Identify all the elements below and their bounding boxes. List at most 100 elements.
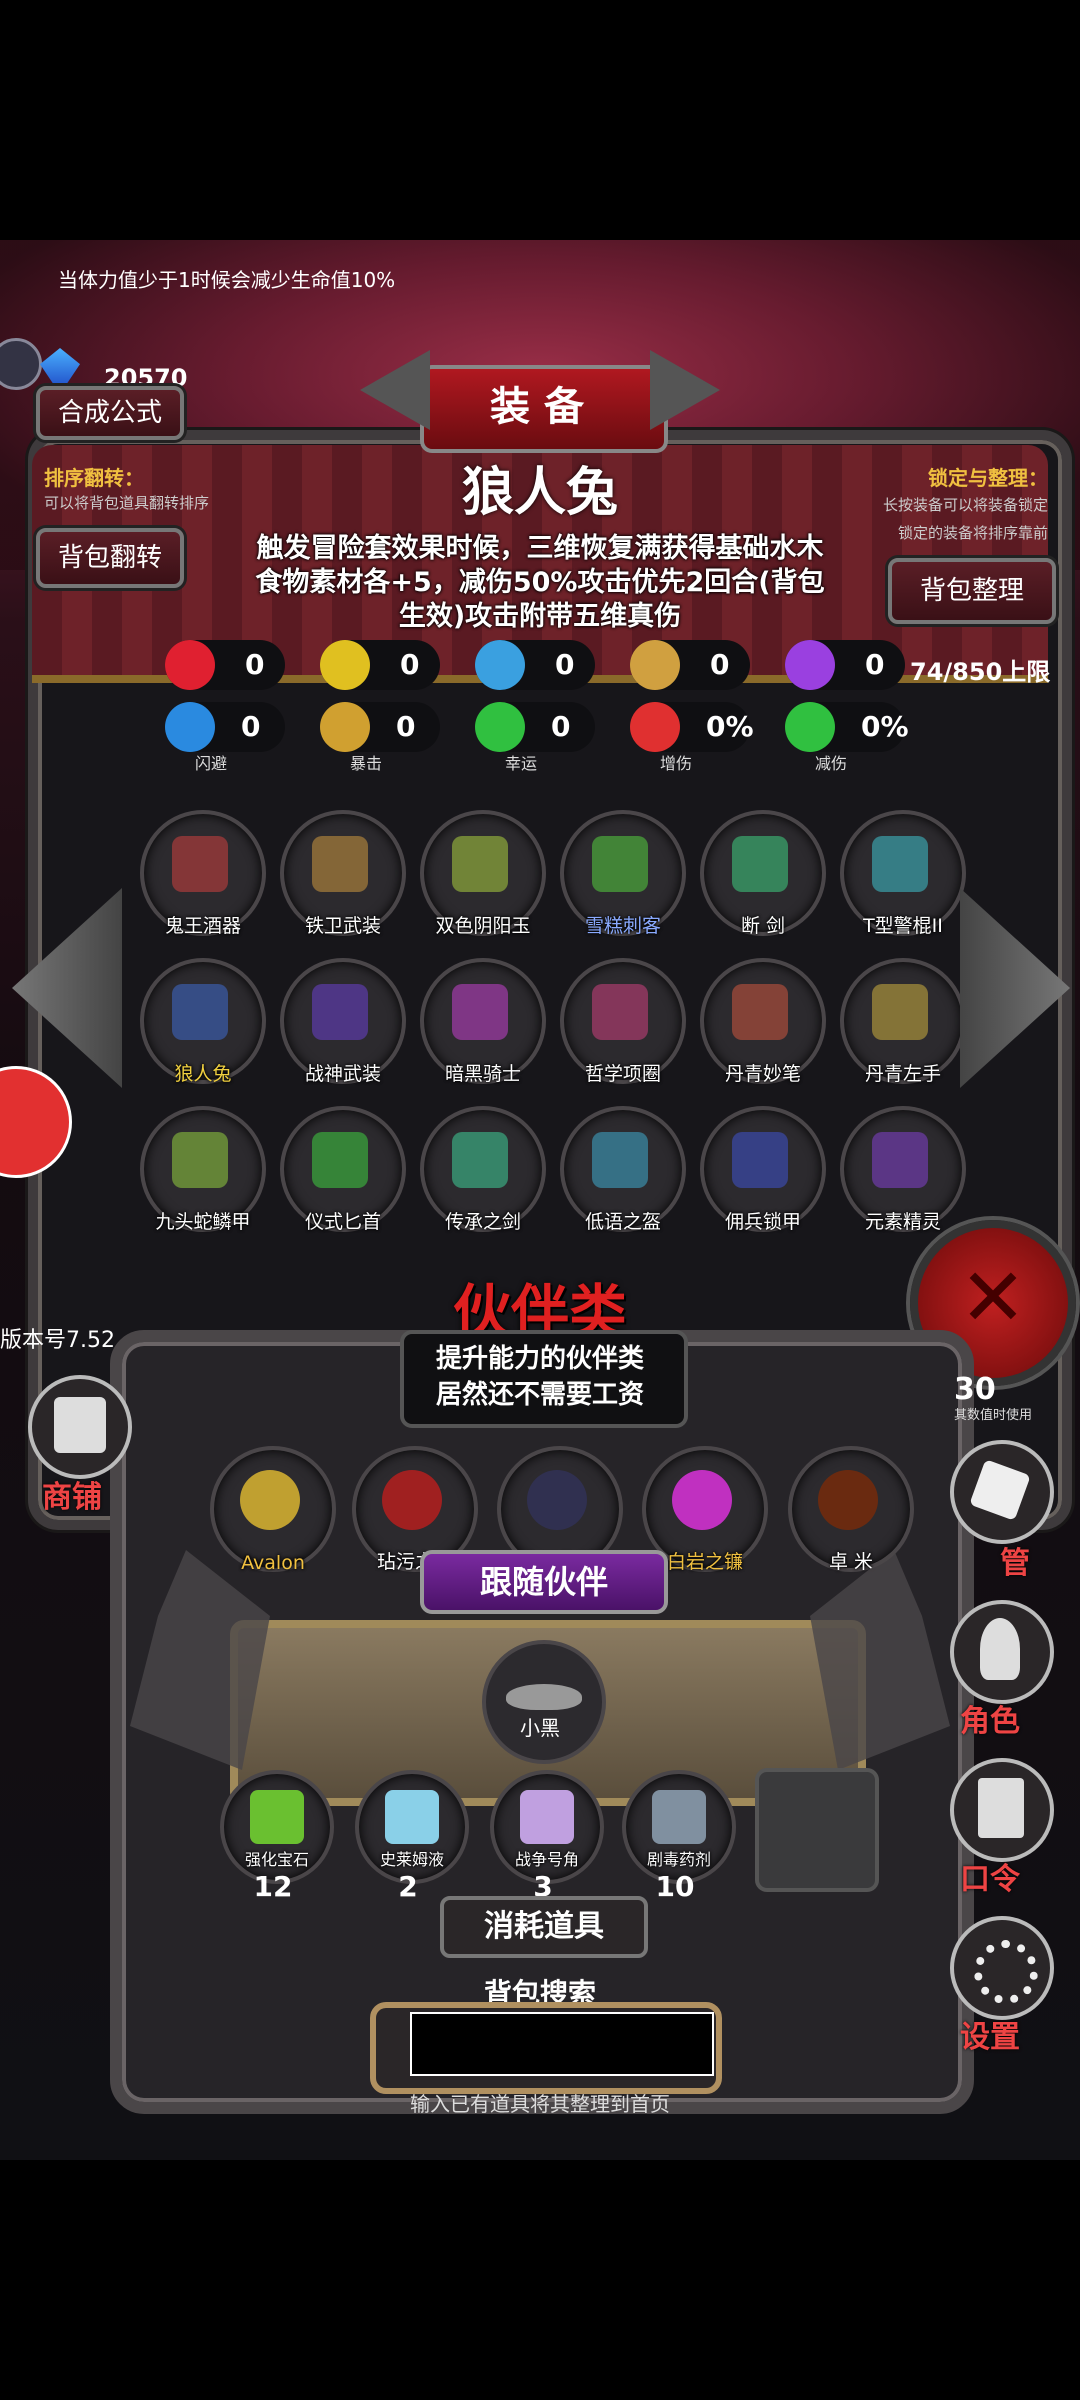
equipment-icon — [312, 836, 368, 892]
equipment-label: 雪糕刺客 — [584, 915, 661, 937]
equipment-slot[interactable]: 铁卫武装 — [280, 810, 406, 937]
empty-consumable-slot[interactable] — [755, 1768, 879, 1892]
follow-banner: 跟随伙伴 — [420, 1550, 668, 1614]
equipment-label: 丹青妙笔 — [724, 1063, 801, 1085]
tidy-button[interactable]: 背包整理 — [888, 558, 1056, 624]
version-label: 版本号7.52 — [0, 1328, 115, 1353]
equipment-slot[interactable]: 断 剑 — [700, 810, 826, 937]
consumable-label: 强化宝石 — [244, 1850, 309, 1869]
shop-button[interactable] — [28, 1375, 132, 1479]
lock-desc-1: 长按装备可以将装备锁定 — [882, 496, 1048, 514]
equipment-icon — [172, 836, 228, 892]
heart-icon — [165, 640, 215, 690]
consumable-slot[interactable]: 史莱姆液 — [355, 1770, 469, 1884]
companion-label: Avalon — [241, 1552, 305, 1574]
code-label: 口令 — [960, 1862, 1020, 1897]
follower-name: 小黑 — [520, 1716, 560, 1740]
magic-icon — [785, 640, 835, 690]
speed-icon — [630, 640, 680, 690]
lock-title: 锁定与整理： — [928, 466, 1048, 490]
equipment-slot[interactable]: 低语之盔 — [560, 1106, 686, 1233]
companion-label: 卓 米 — [828, 1551, 874, 1573]
equipment-icon — [732, 1132, 788, 1188]
stat-value: 0 — [396, 710, 416, 743]
equipment-slot[interactable]: 丹青妙笔 — [700, 958, 826, 1085]
equipment-slot[interactable]: 雪糕刺客 — [560, 810, 686, 937]
equipment-icon — [172, 1132, 228, 1188]
role-button[interactable] — [950, 1600, 1054, 1704]
stat-value: 0 — [555, 648, 575, 681]
stat-label: 减伤 — [815, 754, 848, 773]
shop-label: 商铺 — [42, 1480, 102, 1515]
stat-value: 0 — [245, 648, 265, 681]
equipment-icon — [452, 1132, 508, 1188]
consumable-label: 战争号角 — [514, 1850, 579, 1869]
consumable-label: 剧毒药剂 — [646, 1850, 711, 1869]
equipment-slot[interactable]: 元素精灵 — [840, 1106, 966, 1233]
equipment-icon — [452, 836, 508, 892]
gear-icon — [974, 1940, 1038, 2004]
equipment-slot[interactable]: 丹青左手 — [840, 958, 966, 1085]
equipment-slot[interactable]: 双色阴阳玉 — [420, 810, 546, 937]
equipment-slot[interactable]: 九头蛇鳞甲 — [140, 1106, 266, 1233]
equipment-slot[interactable]: T型警棍II — [840, 810, 966, 937]
sort-title: 排序翻转： — [44, 466, 144, 490]
companion-icon — [382, 1470, 442, 1530]
settings-button[interactable] — [950, 1916, 1054, 2020]
consumable-icon — [250, 1790, 304, 1844]
equipment-slot[interactable]: 佣兵锁甲 — [700, 1106, 826, 1233]
equipment-icon — [732, 836, 788, 892]
equipment-icon — [872, 1132, 928, 1188]
consumable-icon — [520, 1790, 574, 1844]
steward-label: 管 — [1000, 1546, 1030, 1581]
equipment-label: 铁卫武装 — [304, 915, 381, 937]
equipment-icon — [592, 984, 648, 1040]
equipment-icon — [172, 984, 228, 1040]
game-screen: 当体力值少于1时候会减少生命值10% 20570 装备 合成公式 排序翻转： 可… — [0, 240, 1080, 2160]
search-hint: 输入已有道具将其整理到首页 — [410, 2092, 670, 2116]
consumable-slot[interactable]: 强化宝石 — [220, 1770, 334, 1884]
equipment-label: T型警棍II — [863, 915, 943, 937]
stat-value: 0% — [706, 710, 754, 743]
equipment-icon — [732, 984, 788, 1040]
equipment-slot[interactable]: 暗黑骑士 — [420, 958, 546, 1085]
companion-slot[interactable]: Avalon — [210, 1446, 336, 1574]
equipment-icon — [872, 836, 928, 892]
equipment-slot[interactable]: 仪式匕首 — [280, 1106, 406, 1233]
sort-button[interactable]: 背包翻转 — [36, 528, 184, 588]
hint-text: 当体力值少于1时候会减少生命值10% — [58, 268, 396, 292]
equipment-label: 双色阴阳玉 — [435, 915, 531, 937]
title-banner: 装备 — [420, 365, 668, 453]
capacity-text: 74/850上限 — [910, 658, 1051, 686]
consumable-icon — [385, 1790, 439, 1844]
damage-boost-icon — [630, 702, 680, 752]
equipment-slot[interactable]: 狼人兔 — [140, 958, 266, 1085]
equipment-label: 断 剑 — [740, 915, 786, 937]
search-input[interactable] — [410, 2012, 714, 2076]
luck-icon — [475, 702, 525, 752]
consumable-icon — [652, 1790, 706, 1844]
follower-slot[interactable] — [482, 1640, 606, 1764]
armor-icon — [475, 640, 525, 690]
code-button[interactable] — [950, 1758, 1054, 1862]
scroll-icon — [978, 1778, 1024, 1838]
consumable-slot[interactable]: 战争号角 — [490, 1770, 604, 1884]
consumable-slot[interactable]: 剧毒药剂 — [622, 1770, 736, 1884]
equipment-slot[interactable]: 哲学项圈 — [560, 958, 686, 1085]
companion-icon — [240, 1470, 300, 1530]
lock-desc-2: 锁定的装备将排序靠前 — [897, 524, 1048, 542]
dice-icon — [969, 1459, 1031, 1521]
equipment-slot[interactable]: 传承之剑 — [420, 1106, 546, 1233]
companion-tip-2: 居然还不需要工资 — [435, 1380, 644, 1410]
equipment-icon — [872, 984, 928, 1040]
equipment-slot[interactable]: 鬼王酒器 — [140, 810, 266, 937]
side-number-sub: 其数值时使用 — [954, 1408, 1033, 1423]
synthesis-button[interactable]: 合成公式 — [36, 386, 184, 440]
steward-button[interactable] — [950, 1440, 1054, 1544]
equipment-label: 鬼王酒器 — [164, 915, 241, 937]
stat-label: 暴击 — [350, 754, 383, 773]
stat-label: 闪避 — [195, 754, 228, 773]
equipment-icon — [592, 836, 648, 892]
equipment-slot[interactable]: 战神武装 — [280, 958, 406, 1085]
stat-label: 幸运 — [505, 754, 538, 773]
